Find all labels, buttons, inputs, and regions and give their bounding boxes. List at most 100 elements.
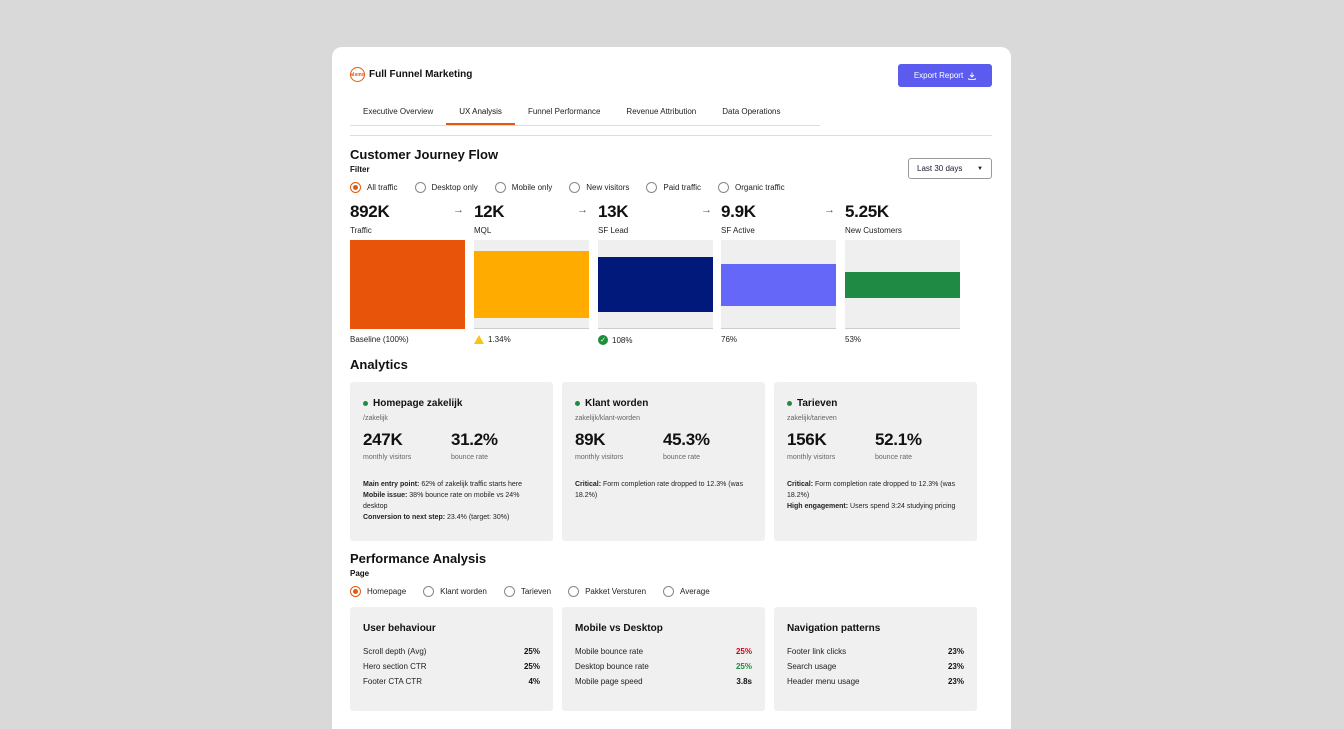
stage-foot: ✓ 108% — [598, 335, 632, 345]
card-path: zakelijk/tarieven — [787, 415, 837, 422]
filter-all-traffic[interactable]: All traffic — [350, 182, 398, 193]
status-dot-icon — [787, 401, 792, 406]
funnel-stage-new-customers: 5.25K New Customers 53% — [845, 202, 960, 344]
arrow-right-icon: → — [577, 204, 588, 216]
metric-row: Search usage 23% — [787, 662, 964, 671]
app-title: Full Funnel Marketing — [369, 69, 473, 80]
bounce-value: 45.3% — [663, 430, 710, 449]
filter-paid-traffic[interactable]: Paid traffic — [646, 182, 701, 193]
bounce-value: 52.1% — [875, 430, 922, 449]
stage-label: MQL — [474, 226, 492, 235]
note: Main entry point: 62% of zakelijk traffi… — [363, 481, 522, 488]
warning-icon — [474, 335, 484, 344]
tab-executive-overview[interactable]: Executive Overview — [350, 103, 446, 125]
metric-row: Mobile bounce rate 25% — [575, 647, 752, 656]
check-circle-icon: ✓ — [598, 335, 608, 345]
stage-value: 13K — [598, 202, 629, 221]
stage-bar — [845, 272, 960, 298]
card-title: Tarieven — [787, 398, 964, 409]
analytics-card-homepage: Homepage zakelijk /zakelijk 247K monthly … — [350, 382, 553, 541]
page-pakket-versturen[interactable]: Pakket Versturen — [568, 586, 646, 597]
stage-label: New Customers — [845, 226, 902, 235]
stage-bar — [474, 251, 589, 318]
card-path: zakelijk/klant-worden — [575, 415, 640, 422]
filter-mobile-only[interactable]: Mobile only — [494, 182, 552, 193]
date-range-select[interactable]: Last 30 days ▼ — [908, 158, 992, 179]
note: Mobile issue: 38% bounce rate on mobile … — [363, 492, 520, 510]
page-average[interactable]: Average — [663, 586, 710, 597]
funnel-stage-traffic: 892K Traffic Baseline (100%) — [350, 202, 465, 344]
perf-card-navigation-patterns: Navigation patterns Footer link clicks 23… — [774, 607, 977, 711]
funnel-stage-sf-active: 9.9K SF Active 76% — [721, 202, 836, 344]
stage-value: 12K — [474, 202, 505, 221]
card-title: Homepage zakelijk — [363, 398, 540, 409]
stage-bar — [350, 240, 465, 329]
note: Critical: Form completion rate dropped t… — [575, 481, 744, 499]
filter-new-visitors[interactable]: New visitors — [569, 182, 629, 193]
tab-data-operations[interactable]: Data Operations — [709, 103, 793, 125]
stage-value: 5.25K — [845, 202, 889, 221]
caret-down-icon: ▼ — [977, 165, 983, 172]
filter-desktop-only[interactable]: Desktop only — [414, 182, 478, 193]
metric-row: Scroll depth (Avg) 25% — [363, 647, 540, 656]
stage-label: SF Active — [721, 226, 755, 235]
stage-value: 9.9K — [721, 202, 756, 221]
arrow-right-icon: → — [824, 204, 835, 216]
stage-track — [474, 240, 589, 329]
status-dot-icon — [363, 401, 368, 406]
export-report-button[interactable]: Export Report — [898, 64, 992, 87]
brand-logo-icon: alsmo — [350, 67, 365, 82]
visitors-value: 89K — [575, 430, 606, 449]
brand: alsmo Full Funnel Marketing — [350, 67, 472, 82]
stage-bar — [598, 257, 713, 312]
perf-card-user-behaviour: User behaviour Scroll depth (Avg) 25% Her… — [350, 607, 553, 711]
stage-track — [598, 240, 713, 329]
header-divider — [350, 135, 992, 136]
card-notes: Main entry point: 62% of zakelijk traffi… — [363, 479, 540, 523]
metric-row: Desktop bounce rate 25% — [575, 662, 752, 671]
filter-organic-traffic[interactable]: Organic traffic — [718, 182, 785, 193]
analytics-title: Analytics — [350, 357, 408, 372]
note: Critical: Form completion rate dropped t… — [787, 481, 956, 499]
stage-track — [721, 240, 836, 329]
performance-title: Performance Analysis — [350, 551, 487, 566]
visitors-value: 247K — [363, 430, 403, 449]
bounce-label: bounce rate — [875, 454, 912, 461]
stage-foot: 53% — [845, 335, 862, 344]
arrow-right-icon: → — [453, 204, 464, 216]
stage-track — [845, 240, 960, 329]
stage-label: SF Lead — [598, 226, 629, 235]
stage-foot: Baseline (100%) — [350, 335, 409, 344]
tab-bar: Executive Overview UX Analysis Funnel Pe… — [350, 103, 820, 126]
analytics-card-klant-worden: Klant worden zakelijk/klant-worden 89K mo… — [562, 382, 765, 541]
tab-funnel-performance[interactable]: Funnel Performance — [515, 103, 613, 125]
download-icon — [968, 72, 976, 80]
funnel-stage-sf-lead: 13K SF Lead ✓ 108% — [598, 202, 713, 345]
page-tarieven[interactable]: Tarieven — [503, 586, 551, 597]
stage-bar — [721, 264, 836, 306]
page-klant-worden[interactable]: Klant worden — [423, 586, 487, 597]
card-title: Navigation patterns — [787, 623, 881, 634]
analytics-card-tarieven: Tarieven zakelijk/tarieven 156K monthly v… — [774, 382, 977, 541]
metric-row: Hero section CTR 25% — [363, 662, 540, 671]
stage-track — [350, 240, 465, 329]
bounce-label: bounce rate — [663, 454, 700, 461]
performance-page-label: Page — [350, 569, 370, 578]
card-notes: Critical: Form completion rate dropped t… — [575, 479, 752, 501]
bounce-label: bounce rate — [451, 454, 488, 461]
tab-ux-analysis[interactable]: UX Analysis — [446, 103, 515, 125]
page-homepage[interactable]: Homepage — [350, 586, 406, 597]
metric-row: Footer CTA CTR 4% — [363, 677, 540, 686]
card-notes: Critical: Form completion rate dropped t… — [787, 479, 964, 512]
journey-title: Customer Journey Flow — [350, 147, 499, 162]
card-title: Mobile vs Desktop — [575, 623, 663, 634]
visitors-label: monthly visitors — [787, 454, 836, 461]
page-filter-group: Homepage Klant worden Tarieven Pakket Ve… — [350, 586, 727, 597]
metric-row: Header menu usage 23% — [787, 677, 964, 686]
stage-label: Traffic — [350, 226, 372, 235]
date-range-value: Last 30 days — [917, 164, 963, 173]
stage-value: 892K — [350, 202, 390, 221]
tab-revenue-attribution[interactable]: Revenue Attribution — [613, 103, 709, 125]
metric-row: Footer link clicks 23% — [787, 647, 964, 656]
metric-row: Mobile page speed 3.8s — [575, 677, 752, 686]
